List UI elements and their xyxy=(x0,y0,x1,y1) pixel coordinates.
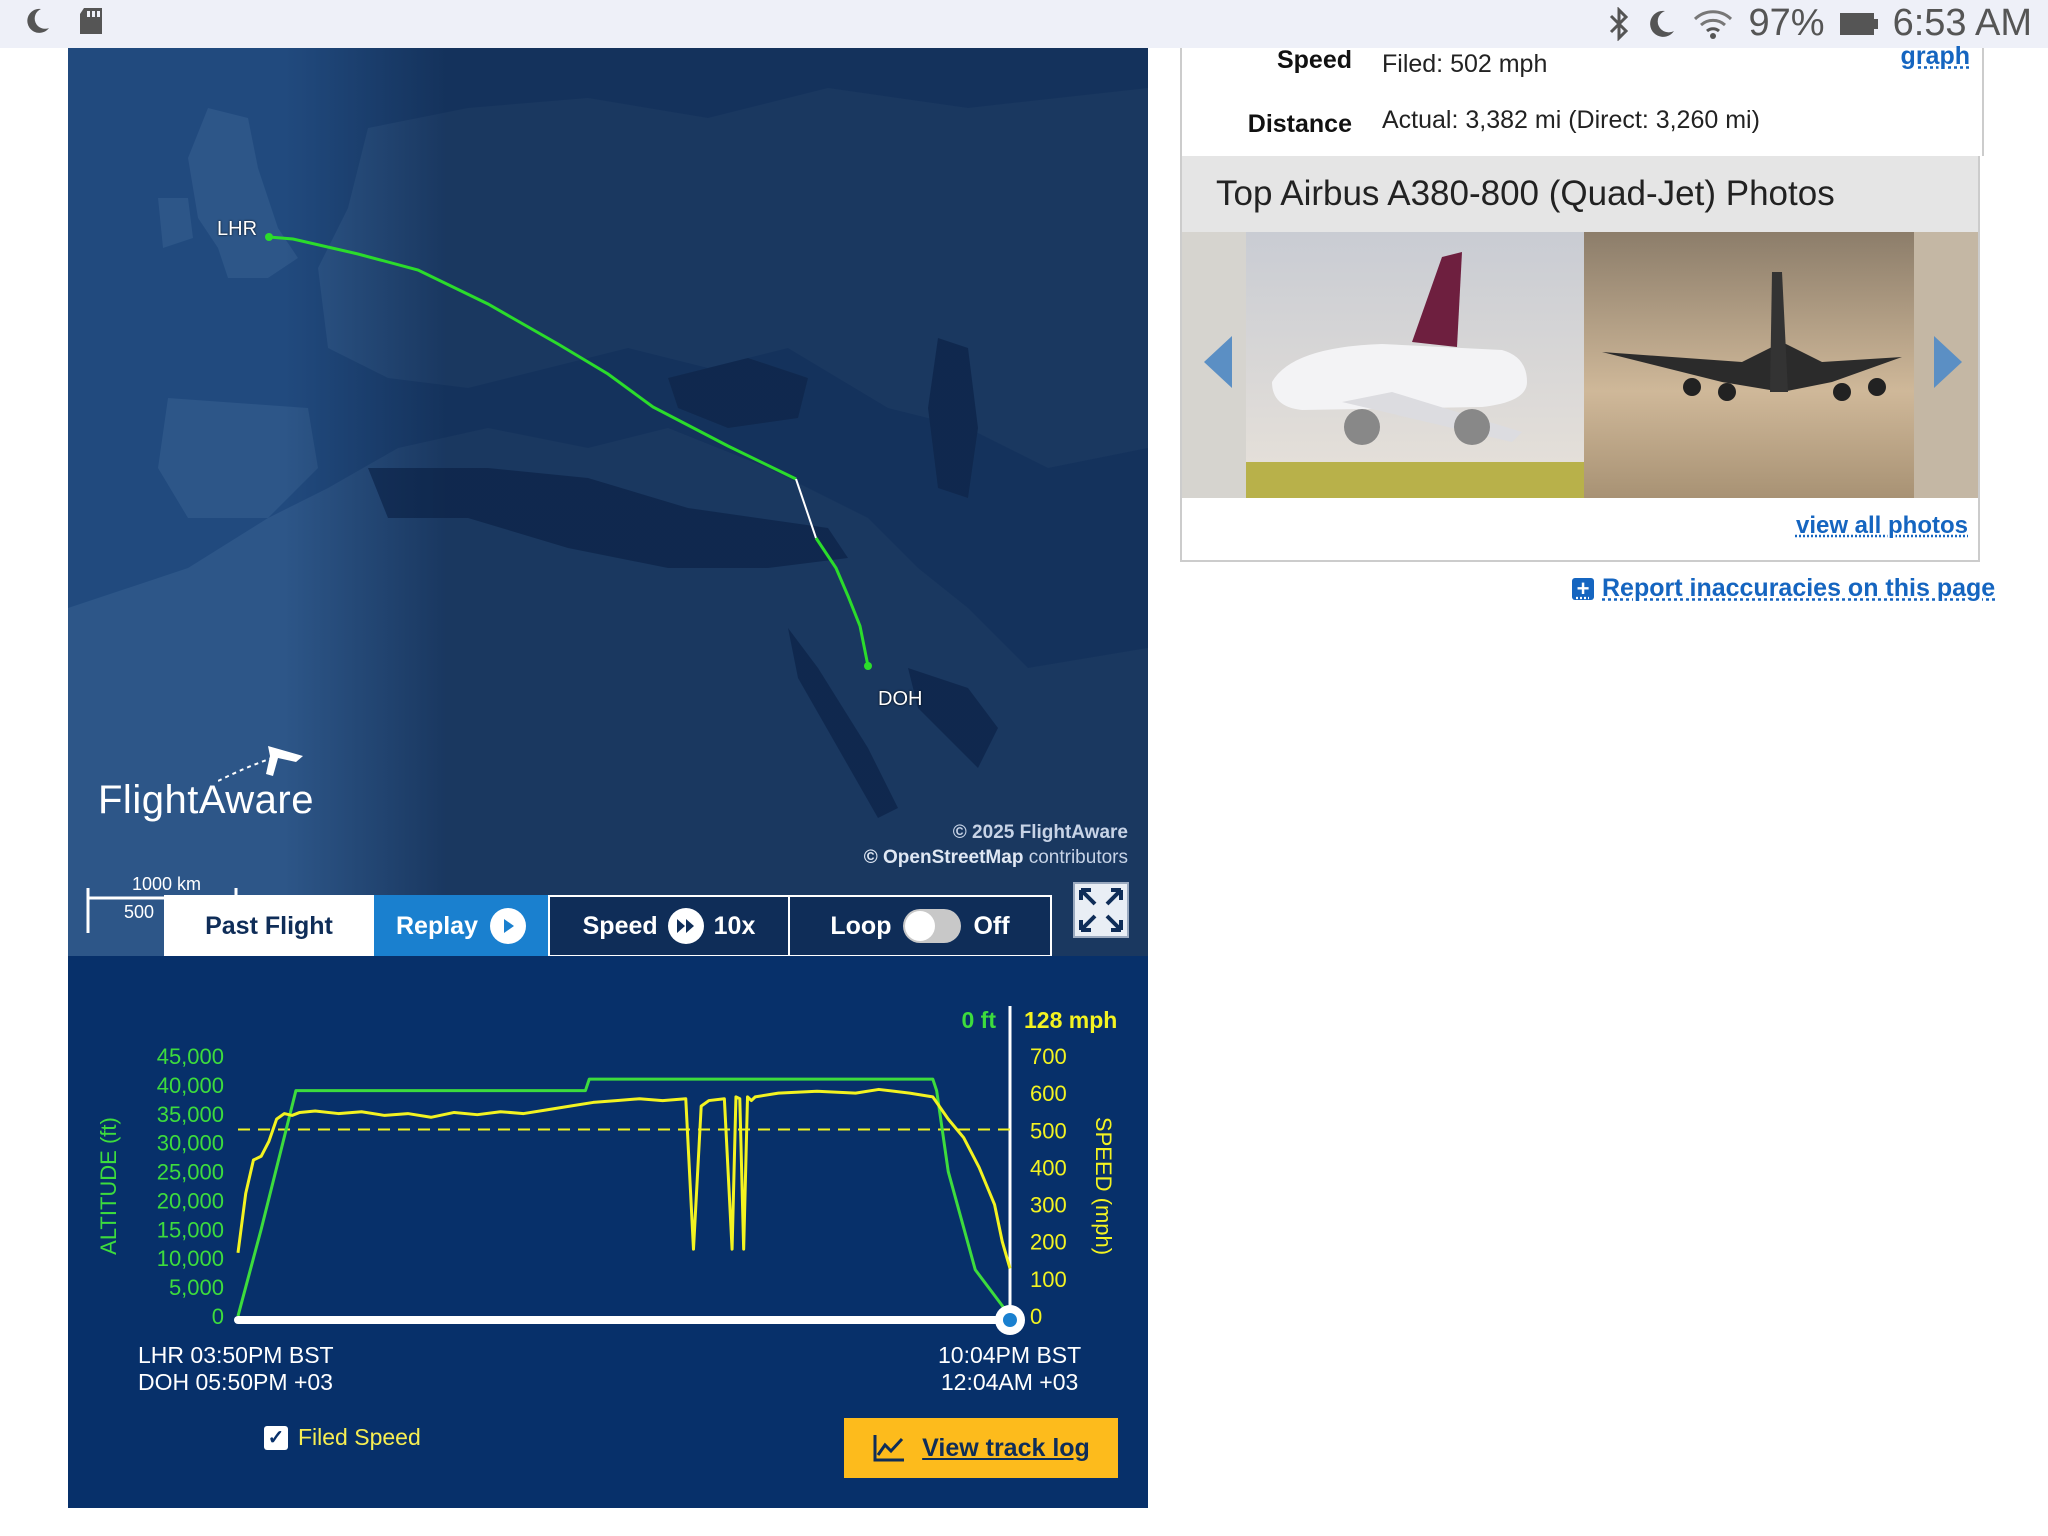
moon-icon xyxy=(27,8,49,33)
altitude-series-line xyxy=(236,1077,1012,1317)
speed-button[interactable]: Speed 10x xyxy=(548,895,790,957)
fullscreen-button[interactable] xyxy=(1073,882,1129,938)
start-time-block: LHR 03:50PM BST DOH 05:50PM +03 xyxy=(138,1342,334,1396)
play-icon xyxy=(489,908,526,944)
bluetooth-icon xyxy=(1609,6,1628,41)
photos-panel: Top Airbus A380-800 (Quad-Jet) Photos vi… xyxy=(1180,156,1980,562)
sd-card-icon xyxy=(80,8,102,34)
altitude-tick-label: 5,000 xyxy=(169,1275,224,1300)
plus-icon: + xyxy=(1572,577,1594,600)
speed-series-line xyxy=(236,1087,1012,1269)
chart-svg: 45,000 40,000 35,000 30,000 25,000 20,000 15,0… xyxy=(96,1006,1117,1335)
altitude-tick-label: 45,000 xyxy=(157,1044,224,1069)
altitude-tick-label: 10,000 xyxy=(157,1246,224,1271)
battery-icon xyxy=(1839,12,1878,35)
end-time-origin: 10:04PM BST xyxy=(938,1342,1082,1368)
altitude-tick-label: 20,000 xyxy=(157,1188,224,1213)
loop-switch[interactable] xyxy=(903,909,962,943)
do-not-disturb-icon xyxy=(1649,10,1674,37)
flight-map[interactable]: LHR DOH FlightAware © 2025 FlightAware ©… xyxy=(68,48,1148,956)
speed-tick-label: 100 xyxy=(1030,1267,1067,1292)
map-credit: © 2025 FlightAware © OpenStreetMap contr… xyxy=(863,822,1128,868)
speed-tick-label: 400 xyxy=(1030,1155,1067,1180)
graph-link[interactable]: graph xyxy=(1901,42,1970,71)
timeline-knob-center xyxy=(1003,1313,1017,1327)
wifi-icon xyxy=(1693,9,1732,39)
view-all-photos-link[interactable]: view all photos xyxy=(1796,512,1968,540)
report-inaccuracies-link[interactable]: + Report inaccuracies on this page xyxy=(1572,574,1995,603)
filed-speed-checkbox[interactable]: ✓ Filed Speed xyxy=(264,1424,421,1451)
airplane-icon xyxy=(218,746,303,782)
origin-label: LHR xyxy=(217,218,258,240)
speed-tick-label: 600 xyxy=(1030,1081,1067,1106)
speed-tick-label: 0 xyxy=(1030,1304,1042,1329)
past-flight-tab[interactable]: Past Flight xyxy=(164,895,374,957)
photo-strip xyxy=(1182,232,1978,498)
photo-carousel[interactable] xyxy=(1182,232,1978,498)
speed-axis-label: SPEED (mph) xyxy=(1091,1117,1116,1255)
speed-tick-label: 700 xyxy=(1030,1044,1067,1069)
current-altitude-readout: 0 ft xyxy=(962,1007,997,1033)
distance-value: Actual: 3,382 mi (Direct: 3,260 mi) xyxy=(1382,106,1760,134)
speed-tick-label: 200 xyxy=(1030,1230,1067,1255)
speed-value: Filed: 502 mph xyxy=(1382,50,1548,78)
altitude-tick-label: 0 xyxy=(212,1304,224,1329)
altitude-tick-label: 30,000 xyxy=(157,1131,224,1156)
speed-label: Speed xyxy=(1276,46,1352,74)
line-chart-icon xyxy=(873,1435,905,1462)
expand-icon xyxy=(1079,888,1123,932)
destination-label: DOH xyxy=(878,688,923,710)
distance-label: Distance xyxy=(1247,110,1352,138)
altitude-tick-label: 25,000 xyxy=(157,1160,224,1185)
status-bar: 97% 6:53 AM xyxy=(0,0,2048,48)
end-time-block: 10:04PM BST 12:04AM +03 xyxy=(938,1342,1081,1396)
fast-forward-icon xyxy=(667,908,704,944)
start-time-dest: DOH 05:50PM +03 xyxy=(138,1369,333,1395)
speed-tick-label: 500 xyxy=(1030,1118,1067,1143)
loop-toggle[interactable]: Loop Off xyxy=(790,895,1052,957)
start-time-origin: LHR 03:50PM BST xyxy=(138,1342,334,1368)
carousel-prev-arrow[interactable] xyxy=(1198,332,1238,392)
checkmark-icon: ✓ xyxy=(264,1425,288,1450)
current-speed-readout: 128 mph xyxy=(1024,1007,1117,1033)
end-time-dest: 12:04AM +03 xyxy=(940,1369,1079,1395)
flightaware-logo: FlightAware xyxy=(98,746,314,823)
flight-info-panel: Speed Filed: 502 mph graph Distance Actu… xyxy=(1180,42,1984,156)
replay-button[interactable]: Replay xyxy=(374,895,548,957)
speed-tick-label: 300 xyxy=(1030,1193,1067,1218)
carousel-next-arrow[interactable] xyxy=(1928,332,1968,392)
photos-title: Top Airbus A380-800 (Quad-Jet) Photos xyxy=(1182,156,1978,232)
clock: 6:53 AM xyxy=(1892,2,2032,44)
view-track-log-button[interactable]: View track log xyxy=(844,1418,1118,1478)
altitude-tick-label: 40,000 xyxy=(157,1073,224,1098)
altitude-tick-label: 35,000 xyxy=(157,1102,224,1127)
altitude-speed-chart: 45,000 40,000 35,000 30,000 25,000 20,000 15,0… xyxy=(68,956,1148,1508)
altitude-axis-label: ALTITUDE (ft) xyxy=(96,1117,121,1255)
altitude-tick-label: 15,000 xyxy=(157,1217,224,1242)
battery-percent: 97% xyxy=(1748,2,1825,44)
